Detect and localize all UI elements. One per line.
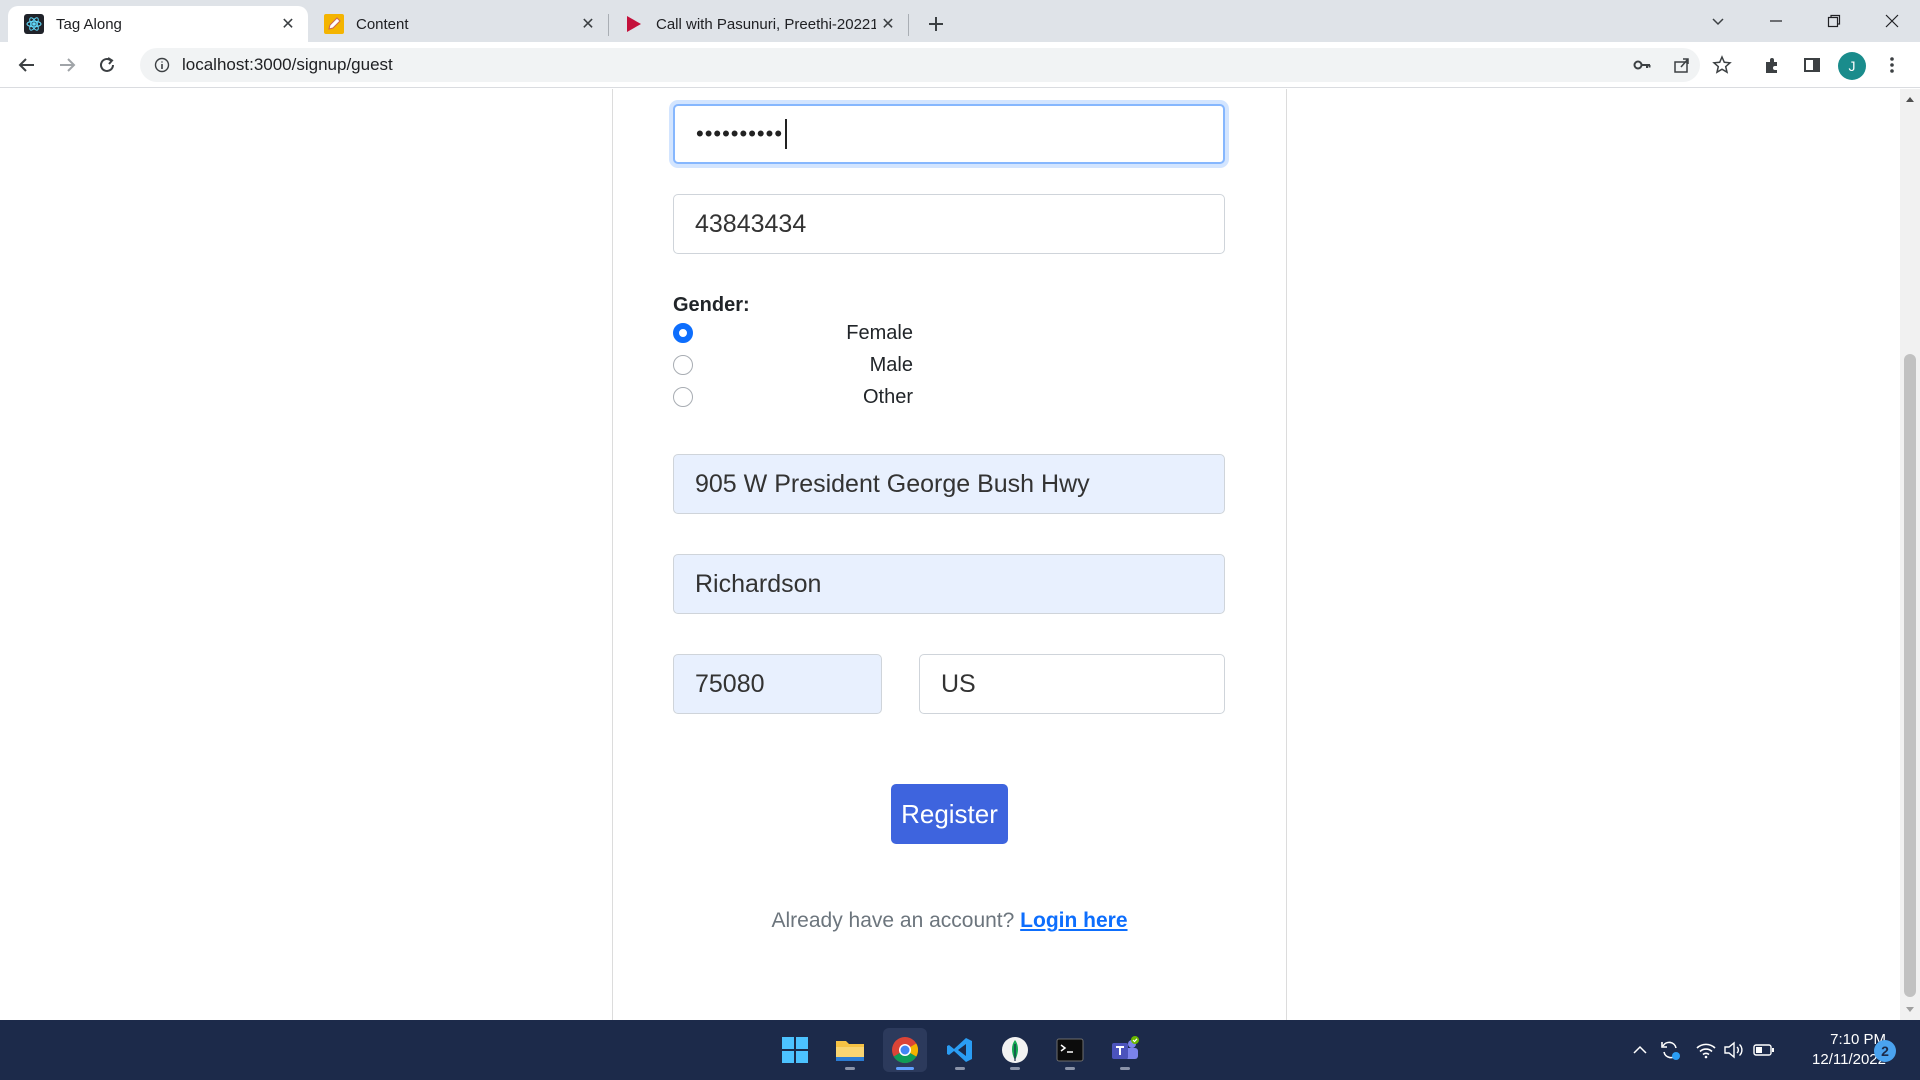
running-indicator [845,1067,855,1070]
wifi-icon[interactable] [1694,1038,1718,1062]
password-mask: •••••••••• [696,121,784,146]
close-icon[interactable]: ✕ [276,12,300,36]
zip-field[interactable]: 75080 [673,654,882,714]
battery-icon[interactable] [1752,1038,1776,1062]
gender-option-other[interactable]: Other [673,383,913,411]
city-value: Richardson [695,569,822,598]
radio-button-checked[interactable] [673,323,693,343]
zip-value: 75080 [695,669,765,698]
address-url: localhost:3000/signup/guest [182,55,393,74]
close-icon[interactable]: ✕ [876,12,900,36]
register-button[interactable]: Register [891,784,1008,844]
side-panel-icon[interactable] [1796,49,1828,81]
running-indicator [1120,1067,1130,1070]
radio-button[interactable] [673,355,693,375]
reload-icon[interactable] [91,49,123,81]
radio-label: Other [862,385,913,408]
tab-title: Tag Along [56,15,122,33]
windows-start-icon[interactable] [773,1028,817,1072]
play-icon [624,14,644,34]
sync-icon[interactable] [1658,1038,1682,1062]
page-viewport: •••••••••• 43843434 Gender: Female Male … [0,89,1900,1020]
mongodb-compass-icon[interactable] [993,1028,1037,1072]
radio-label: Male [869,353,913,376]
tab-title: Call with Pasunuri, Preethi-2022120 [656,15,876,33]
clock-date: 12/11/2022 [1812,1051,1886,1068]
gender-option-male[interactable]: Male [673,351,913,379]
page-scrollbar[interactable] [1900,89,1920,1020]
share-icon[interactable] [1666,49,1698,81]
login-prompt: Already have an account? Login here [612,909,1287,933]
vscode-icon[interactable] [938,1028,982,1072]
react-icon [24,14,44,34]
street-value: 905 W President George Bush Hwy [695,469,1090,498]
login-link[interactable]: Login here [1020,909,1127,932]
back-arrow-icon[interactable] [11,49,43,81]
profile-avatar[interactable]: J [1838,52,1866,80]
clock-time: 7:10 PM [1830,1031,1886,1048]
tab-tag-along[interactable]: Tag Along ✕ [8,6,308,42]
tab-content[interactable]: Content ✕ [308,6,608,42]
file-explorer-icon[interactable] [828,1028,872,1072]
system-clock[interactable]: 7:10 PM 12/11/2022 [1786,1030,1886,1070]
close-icon[interactable]: ✕ [576,12,600,36]
password-field[interactable]: •••••••••• [673,104,1225,164]
radio-button[interactable] [673,387,693,407]
scroll-down-arrow-icon[interactable] [1900,1000,1920,1020]
login-prompt-text: Already have an account? [771,909,1015,932]
running-indicator [1065,1067,1075,1070]
volume-icon[interactable] [1722,1038,1746,1062]
browser-toolbar: localhost:3000/signup/guest [0,42,1920,88]
show-hidden-icons-chevron-icon[interactable] [1628,1038,1652,1062]
teams-icon[interactable] [1103,1028,1147,1072]
restore-icon[interactable] [1806,0,1862,42]
country-field[interactable]: US [919,654,1225,714]
extensions-puzzle-icon[interactable] [1756,49,1788,81]
text-caret [785,119,788,149]
scrollbar-thumb[interactable] [1904,354,1916,997]
tab-divider [908,14,909,36]
city-field[interactable]: Richardson [673,554,1225,614]
gender-option-female[interactable]: Female [673,319,913,347]
running-indicator [896,1067,914,1070]
scroll-up-arrow-icon[interactable] [1900,89,1920,109]
chrome-icon[interactable] [883,1028,927,1072]
running-indicator [955,1067,965,1070]
site-info-icon[interactable] [152,55,172,75]
window-close-icon[interactable] [1864,0,1920,42]
pencil-icon [324,14,344,34]
tab-title: Content [356,15,409,33]
running-indicator [1010,1067,1020,1070]
minimize-icon[interactable] [1748,0,1804,42]
country-value: US [941,669,976,698]
gender-label: Gender: [673,294,750,316]
radio-label: Female [846,321,913,344]
phone-value: 43843434 [695,209,807,238]
tab-call[interactable]: Call with Pasunuri, Preethi-2022120 ✕ [608,6,908,42]
key-icon[interactable] [1626,49,1658,81]
bookmark-star-icon[interactable] [1706,49,1738,81]
street-address-field[interactable]: 905 W President George Bush Hwy [673,454,1225,514]
tab-search-icon[interactable] [1690,0,1746,42]
phone-field[interactable]: 43843434 [673,194,1225,254]
address-bar[interactable]: localhost:3000/signup/guest [140,48,1700,82]
forward-arrow-icon[interactable] [51,49,83,81]
browser-menu-icon[interactable] [1876,49,1908,81]
windows-taskbar: 7:10 PM 12/11/2022 2 [0,1020,1920,1080]
browser-tab-strip: Tag Along ✕ Content ✕ Call with Pasunuri… [0,0,1920,42]
new-tab-button[interactable] [920,8,952,40]
terminal-icon[interactable] [1048,1028,1092,1072]
notification-badge[interactable]: 2 [1874,1040,1896,1062]
